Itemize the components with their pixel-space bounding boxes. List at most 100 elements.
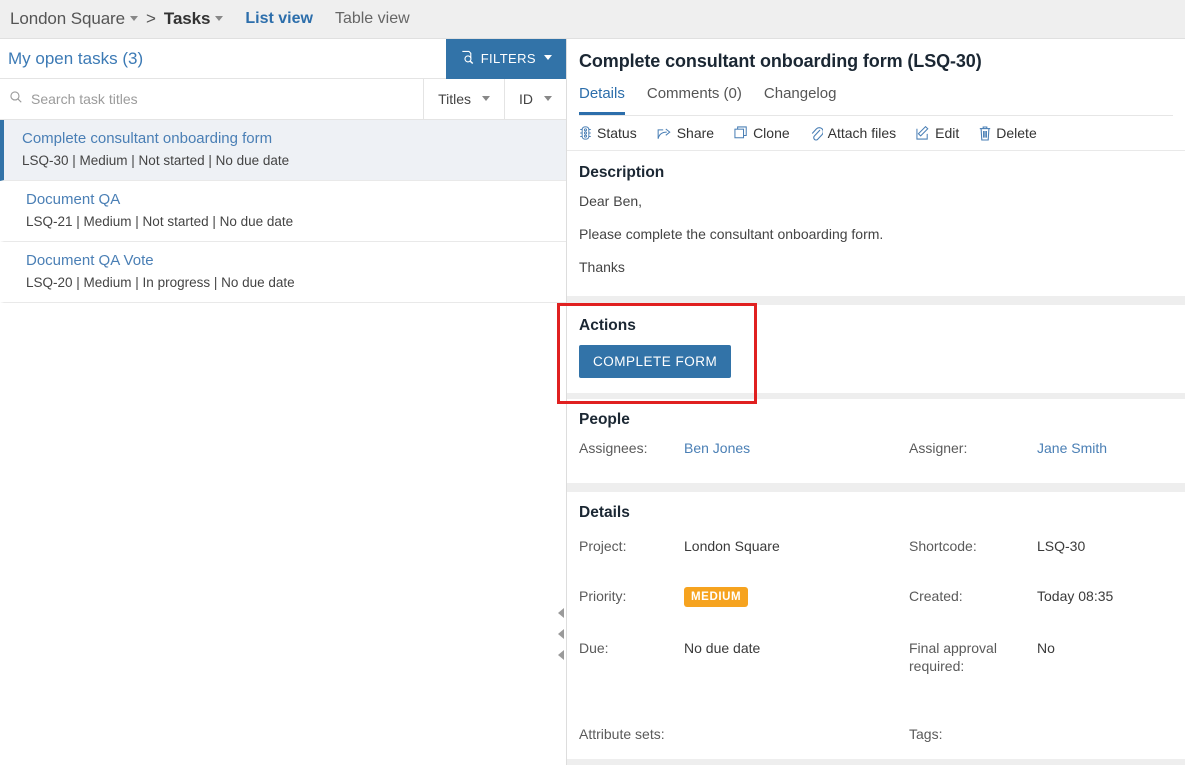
breadcrumb-item-tasks[interactable]: Tasks xyxy=(163,9,224,29)
tab-list-view[interactable]: List view xyxy=(245,10,313,28)
splitter-handle-arrow[interactable] xyxy=(558,608,564,618)
pencil-icon xyxy=(916,126,930,140)
details-grid: Project: London Square Shortcode: LSQ-30… xyxy=(579,537,1173,743)
task-meta: LSQ-20 | Medium | In progress | No due d… xyxy=(26,275,295,290)
description-line: Thanks xyxy=(579,259,625,275)
chevron-down-icon[interactable] xyxy=(215,16,224,22)
created-value: Today 08:35 xyxy=(1037,588,1114,604)
due-label: Due: xyxy=(579,640,609,656)
task-meta: LSQ-21 | Medium | Not started | No due d… xyxy=(26,214,294,229)
filter-icon xyxy=(460,50,475,68)
tags-label: Tags: xyxy=(909,726,943,742)
filters-button[interactable]: FILTERS xyxy=(445,38,566,79)
status-label: Status xyxy=(597,125,637,141)
detail-title: Complete consultant onboarding form (LSQ… xyxy=(579,51,982,71)
people-grid: Assignees: Ben Jones Assigner: Jane Smit… xyxy=(579,439,1173,457)
priority-label: Priority: xyxy=(579,588,627,604)
tab-table-view[interactable]: Table view xyxy=(335,10,410,28)
share-icon xyxy=(657,126,672,140)
splitter-handle-arrow[interactable] xyxy=(558,629,564,639)
final-approval-value: No xyxy=(1037,640,1055,656)
people-heading: People xyxy=(579,411,630,428)
task-title[interactable]: Document QA Vote xyxy=(26,251,566,271)
priority-value: MEDIUM xyxy=(684,587,909,607)
actions-heading: Actions xyxy=(579,317,636,334)
shortcode-label: Shortcode: xyxy=(909,538,977,554)
section-divider xyxy=(567,296,1185,305)
tab-changelog[interactable]: Changelog xyxy=(764,85,837,115)
paperclip-icon xyxy=(810,126,823,141)
main-split: My open tasks (3) FILTERS Search task ti… xyxy=(0,38,1185,765)
details-section: Details Project: London Square Shortcode… xyxy=(567,492,1185,759)
edit-button[interactable]: Edit xyxy=(916,125,959,141)
status-button[interactable]: Status xyxy=(579,125,637,141)
assigner-value[interactable]: Jane Smith xyxy=(1037,439,1173,457)
final-approval-label: Final approval required: xyxy=(909,640,997,674)
task-detail-panel: Complete consultant onboarding form (LSQ… xyxy=(567,39,1185,765)
list-item[interactable]: Document QA Vote LSQ-20 | Medium | In pr… xyxy=(0,242,566,303)
complete-form-button[interactable]: COMPLETE FORM xyxy=(579,345,732,378)
breadcrumb-bar: London Square > Tasks List view Table vi… xyxy=(0,0,1185,39)
clone-icon xyxy=(734,126,748,140)
sort-id-label: ID xyxy=(519,91,533,107)
detail-action-toolbar: Status Share Clone Attach files Edit Del… xyxy=(567,116,1185,151)
search-input[interactable] xyxy=(29,90,424,108)
task-list-panel: My open tasks (3) FILTERS Search task ti… xyxy=(0,38,567,765)
actions-section: Actions COMPLETE FORM xyxy=(567,305,1185,393)
chevron-down-icon xyxy=(544,55,552,60)
tab-comments[interactable]: Comments (0) xyxy=(647,85,742,115)
assignees-label: Assignees: xyxy=(579,440,648,456)
tab-details[interactable]: Details xyxy=(579,85,625,115)
section-divider xyxy=(567,483,1185,492)
attach-files-button[interactable]: Attach files xyxy=(810,125,896,141)
list-item[interactable]: Document QA LSQ-21 | Medium | Not starte… xyxy=(0,181,566,242)
sort-select-titles[interactable]: Titles xyxy=(424,79,505,119)
project-label: Project: xyxy=(579,538,627,554)
delete-label: Delete xyxy=(996,125,1037,141)
share-button[interactable]: Share xyxy=(657,125,714,141)
description-section: Description Dear Ben, Please complete th… xyxy=(567,151,1185,296)
breadcrumb-project-label: London Square xyxy=(10,9,125,28)
task-list: Complete consultant onboarding form LSQ-… xyxy=(0,120,566,303)
details-heading: Details xyxy=(579,504,630,521)
list-item[interactable]: Complete consultant onboarding form LSQ-… xyxy=(0,120,566,181)
chevron-down-icon[interactable] xyxy=(129,16,138,22)
sort-titles-label: Titles xyxy=(438,91,471,107)
chevron-down-icon xyxy=(544,95,552,101)
search-row: Titles ID xyxy=(0,79,566,120)
detail-header: Complete consultant onboarding form (LSQ… xyxy=(567,39,1185,116)
description-line: Please complete the consultant onboardin… xyxy=(579,226,884,242)
description-heading: Description xyxy=(579,164,665,181)
search-field-wrap[interactable] xyxy=(0,79,425,119)
search-icon xyxy=(9,90,23,109)
splitter-handle-arrow[interactable] xyxy=(558,650,564,660)
breadcrumb-separator: > xyxy=(145,9,156,28)
project-value: London Square xyxy=(684,538,780,554)
breadcrumb-item-project[interactable]: London Square xyxy=(10,9,138,29)
task-meta: LSQ-30 | Medium | Not started | No due d… xyxy=(22,153,290,168)
task-title[interactable]: Complete consultant onboarding form xyxy=(22,129,566,149)
edit-label: Edit xyxy=(935,125,960,141)
task-title[interactable]: Document QA xyxy=(26,190,566,210)
created-label: Created: xyxy=(909,588,963,604)
attribute-sets-label: Attribute sets: xyxy=(579,726,665,742)
detail-tabs: Details Comments (0) Changelog xyxy=(579,85,1173,116)
status-badge: MEDIUM xyxy=(684,587,749,607)
people-section: People Assignees: Ben Jones Assigner: Ja… xyxy=(567,399,1185,483)
clone-button[interactable]: Clone xyxy=(734,125,790,141)
share-label: Share xyxy=(676,125,715,141)
attach-files-label: Attach files xyxy=(827,125,897,141)
description-line: Dear Ben, xyxy=(579,193,643,209)
trash-icon xyxy=(979,125,991,141)
page-title: My open tasks (3) xyxy=(8,48,144,68)
delete-button[interactable]: Delete xyxy=(979,125,1037,141)
filters-label: FILTERS xyxy=(480,51,536,66)
shortcode-value: LSQ-30 xyxy=(1037,538,1086,554)
clone-label: Clone xyxy=(753,125,790,141)
panel-splitter[interactable] xyxy=(557,39,567,765)
assignees-value[interactable]: Ben Jones xyxy=(684,439,909,457)
task-list-header: My open tasks (3) FILTERS xyxy=(0,38,566,79)
status-icon xyxy=(579,126,592,140)
breadcrumb-tasks-label: Tasks xyxy=(163,9,211,28)
assigner-label: Assigner: xyxy=(909,440,968,456)
